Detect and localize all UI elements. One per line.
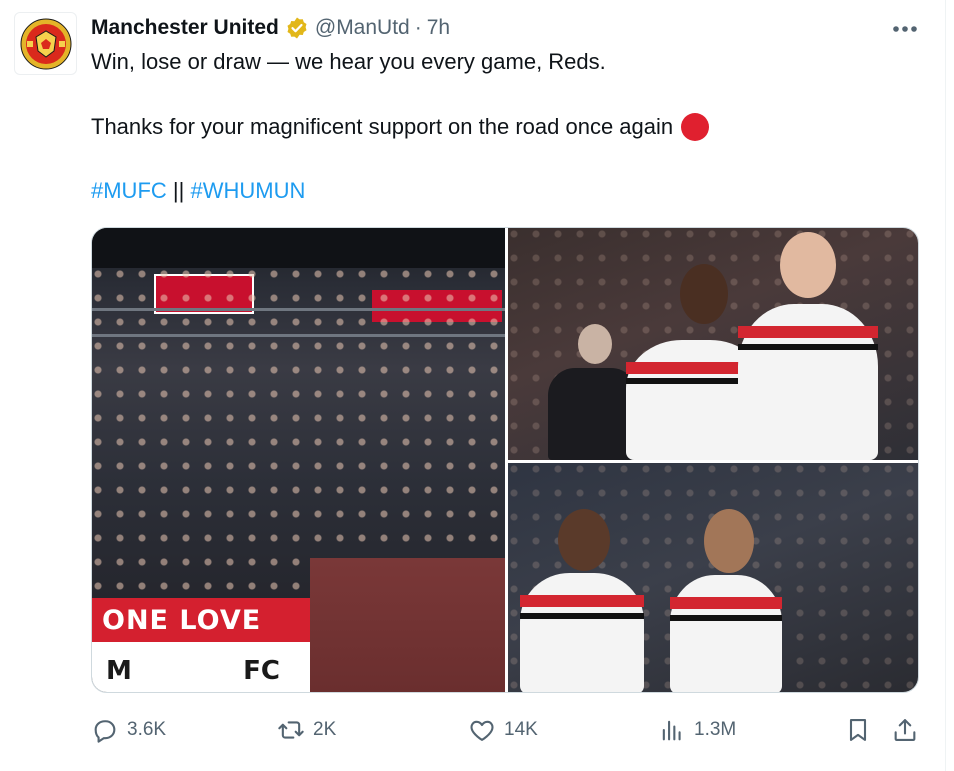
banner-text-right: FC xyxy=(243,656,280,686)
player-shirt-left-2 xyxy=(520,573,644,692)
hashtag-mufc[interactable]: #MUFC xyxy=(91,178,167,203)
heart-icon xyxy=(470,720,494,741)
stand-rail xyxy=(92,308,505,311)
views-button[interactable]: 1.3M xyxy=(658,713,736,747)
staff-body xyxy=(548,368,638,460)
photo-crowd[interactable]: ONE LOVE M FC xyxy=(92,228,505,692)
banner-text-top: ONE LOVE xyxy=(102,604,262,636)
tweet-text-line-2-text: Thanks for your magnificent support on t… xyxy=(91,114,674,139)
banner-top: ONE LOVE xyxy=(92,598,310,642)
views-count: 1.3M xyxy=(694,719,737,740)
player-shirt-right xyxy=(738,304,878,460)
author-name[interactable]: Manchester United xyxy=(91,16,279,40)
verified-badge-icon[interactable] xyxy=(285,16,309,40)
red-circle-emoji-icon xyxy=(681,113,710,141)
share-icon xyxy=(894,719,916,741)
repost-count: 2K xyxy=(313,719,337,740)
more-options-button[interactable] xyxy=(890,18,920,40)
more-dots-icon xyxy=(893,26,917,32)
staff-head xyxy=(578,324,612,364)
banner-text-left: M xyxy=(106,656,132,686)
bookmark-button[interactable] xyxy=(844,713,880,747)
club-crest-icon xyxy=(20,18,71,69)
author-handle[interactable]: @ManUtd xyxy=(315,16,410,40)
player-shirt-right-2 xyxy=(670,575,782,692)
timeline-divider xyxy=(945,0,946,771)
photo-players-bottom[interactable] xyxy=(508,463,918,692)
repost-icon xyxy=(278,721,304,739)
reply-icon xyxy=(94,720,116,743)
separator-dot: · xyxy=(414,16,422,39)
one-love-banner: ONE LOVE M FC xyxy=(92,598,310,692)
hashtag-row: #MUFC || #WHUMUN xyxy=(91,177,305,205)
stadium-roof xyxy=(92,228,505,268)
tweet-header: Manchester United @ManUtd · 7h xyxy=(91,14,450,42)
avatar[interactable] xyxy=(14,12,77,75)
player-head-left-2 xyxy=(558,509,610,571)
tweet-text-line-2: Thanks for your magnificent support on t… xyxy=(91,113,710,141)
like-button[interactable]: 14K xyxy=(468,713,538,747)
reply-button[interactable]: 3.6K xyxy=(91,713,166,747)
player-head-right xyxy=(780,232,836,298)
timestamp[interactable]: 7h xyxy=(427,16,450,40)
stand-barrier xyxy=(310,558,505,692)
player-head-left xyxy=(680,264,728,324)
hashtag-separator: || xyxy=(172,178,185,203)
action-bar: 3.6K 2K 14K 1.3M xyxy=(91,713,921,747)
banner-bottom: M FC xyxy=(92,648,310,692)
player-head-right-2 xyxy=(704,509,754,573)
tweet-text-line-1: Win, lose or draw — we hear you every ga… xyxy=(91,49,606,74)
media-grid: ONE LOVE M FC xyxy=(91,227,919,693)
views-chart-icon xyxy=(662,720,681,741)
share-button[interactable] xyxy=(891,713,927,747)
photo-players-top[interactable] xyxy=(508,228,918,460)
reply-count: 3.6K xyxy=(127,719,167,740)
bookmark-icon xyxy=(849,719,867,741)
repost-button[interactable]: 2K xyxy=(277,713,336,747)
hashtag-whumun[interactable]: #WHUMUN xyxy=(190,178,305,203)
like-count: 14K xyxy=(504,719,538,740)
stand-rail-2 xyxy=(92,334,505,337)
